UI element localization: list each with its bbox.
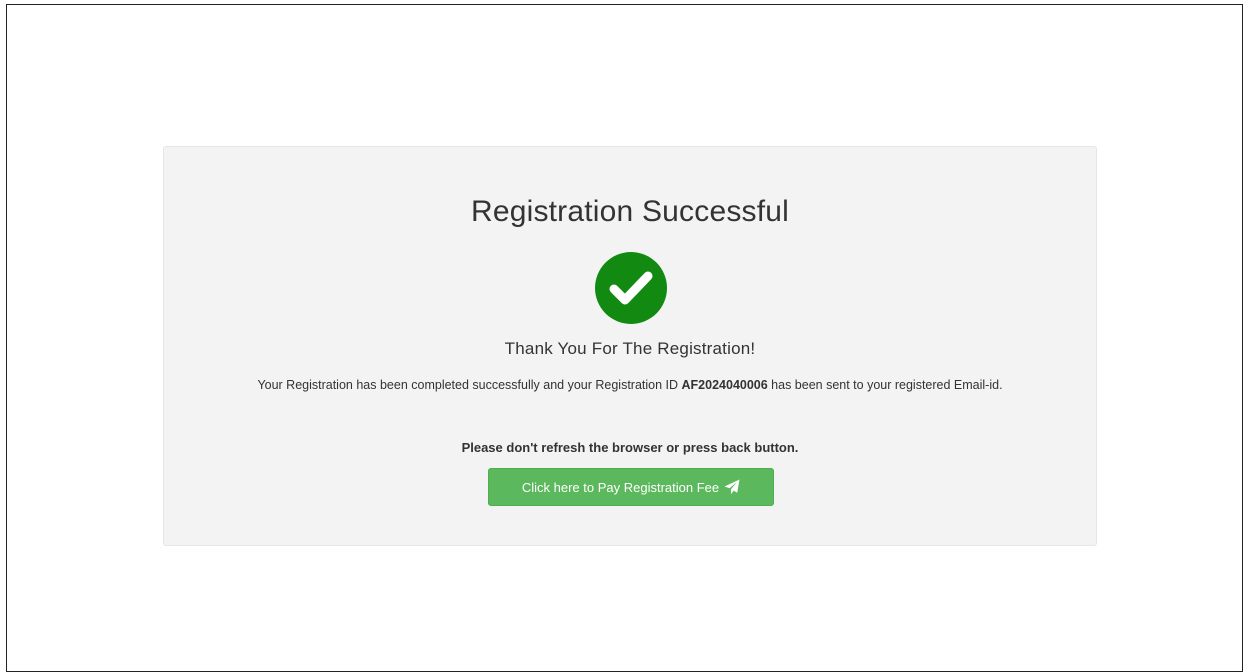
refresh-warning: Please don't refresh the browser or pres… (461, 440, 799, 455)
pay-button-label: Click here to Pay Registration Fee (521, 479, 720, 495)
page-title: Registration Successful (470, 195, 790, 228)
check-circle-icon (595, 252, 667, 324)
paper-plane-icon (724, 479, 740, 495)
confirmation-text-end: has been sent to your registered Email-i… (767, 378, 1003, 392)
registration-success-panel: Registration Successful Thank You For Th… (163, 146, 1097, 546)
pay-registration-fee-button[interactable]: Click here to Pay Registration Fee (488, 468, 774, 506)
registration-id: AF2024040006 (681, 378, 768, 392)
confirmation-text-start: Your Registration has been completed suc… (257, 378, 682, 392)
page-frame: Registration Successful Thank You For Th… (6, 4, 1243, 672)
confirmation-message: Your Registration has been completed suc… (164, 378, 1096, 392)
thank-you-message: Thank You For The Registration! (504, 339, 756, 358)
